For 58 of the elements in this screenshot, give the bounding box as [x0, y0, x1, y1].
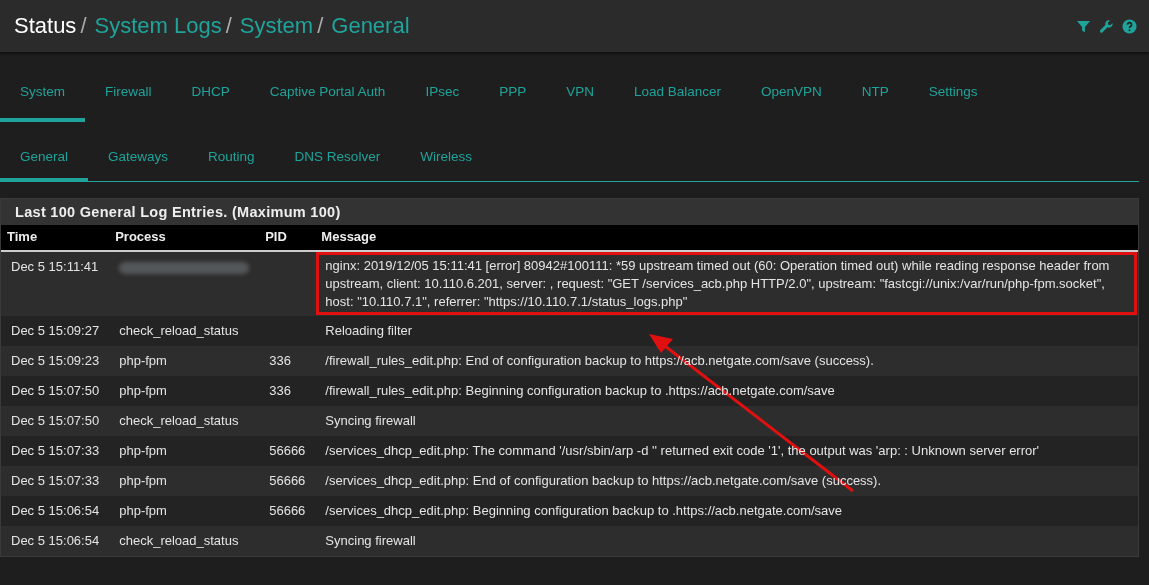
time-cell: Dec 5 15:09:23 — [1, 346, 110, 376]
tab[interactable]: Settings — [908, 66, 998, 122]
column-header: Message — [315, 225, 1138, 251]
pid-cell: 56666 — [269, 443, 306, 458]
tab[interactable]: System — [0, 66, 85, 122]
breadcrumb-current: Status — [14, 13, 77, 39]
subtab[interactable]: General — [0, 137, 89, 181]
time-cell: Dec 5 15:11:41 — [1, 251, 110, 316]
subtab[interactable]: Routing — [188, 137, 275, 181]
tab[interactable]: Captive Portal Auth — [249, 66, 406, 122]
filter-icon[interactable] — [1076, 18, 1091, 34]
subtab[interactable]: Gateways — [88, 137, 189, 181]
column-header: PID — [259, 225, 316, 251]
breadcrumb-separator: / — [80, 13, 87, 39]
tab[interactable]: Load Balancer — [613, 66, 741, 122]
process-cell: php-fpm — [119, 443, 167, 458]
message-cell: Syncing firewall — [315, 406, 1138, 436]
message-cell: Syncing firewall — [315, 526, 1138, 556]
subtab[interactable]: Wireless — [400, 137, 492, 181]
message-cell: Reloading filter — [315, 316, 1138, 346]
breadcrumb-link[interactable]: System — [239, 13, 314, 39]
tab[interactable]: IPsec — [405, 66, 480, 122]
time-cell: Dec 5 15:06:54 — [1, 526, 110, 556]
tab[interactable]: DHCP — [171, 66, 250, 122]
process-cell: check_reload_status — [119, 413, 239, 428]
breadcrumb-separator: / — [225, 13, 232, 39]
process-cell: php-fpm — [119, 383, 167, 398]
breadcrumb-link[interactable]: System Logs — [94, 13, 222, 39]
time-cell: Dec 5 15:07:50 — [1, 406, 110, 436]
tab[interactable]: PPP — [479, 66, 547, 122]
pid-cell: 336 — [269, 383, 291, 398]
pid-cell: 336 — [269, 353, 291, 368]
tab[interactable]: OpenVPN — [741, 66, 842, 122]
message-cell: /services_dhcp_edit.php: Beginning configuration backup to .https://acb.netgate.com/save — [315, 496, 1138, 526]
breadcrumb-separator: / — [317, 13, 324, 39]
column-header: Process — [109, 225, 260, 251]
tab[interactable]: Firewall — [85, 66, 172, 122]
process-cell: php-fpm — [119, 503, 167, 518]
process-cell: php-fpm — [119, 353, 167, 368]
tab[interactable]: NTP — [841, 66, 909, 122]
time-cell: Dec 5 15:07:33 — [1, 436, 110, 466]
pid-cell: 56666 — [269, 473, 306, 488]
time-cell: Dec 5 15:09:27 — [1, 316, 110, 346]
help-icon[interactable] — [1122, 18, 1137, 34]
highlighted-message-cell: nginx: 2019/12/05 15:11:41 [error] 80942#100111: *59 upstream timed out (60: Operation timed out) while reading response header from upstream, client: 10.110.6.201, server: , request: "GET /services_acb.php HTTP/2.0", upstream: "fastcgi://unix:/var/run/php-fpm.socket", host: "10.110.7.1", referrer: "https://10.110.7.1/status_logs.php" — [315, 251, 1138, 316]
process-cell: check_reload_status — [119, 533, 239, 548]
time-cell: Dec 5 15:07:33 — [1, 466, 110, 496]
pid-cell: 56666 — [269, 503, 306, 518]
time-cell: Dec 5 15:07:50 — [1, 376, 110, 406]
wrench-icon[interactable] — [1099, 18, 1114, 34]
panel-title: Last 100 General Log Entries. (Maximum 100) — [1, 199, 1138, 225]
process-cell: php-fpm — [119, 473, 167, 488]
tab[interactable]: VPN — [546, 66, 614, 122]
column-header: Time — [1, 225, 110, 251]
process-cell: check_reload_status — [119, 323, 239, 338]
time-cell: Dec 5 15:06:54 — [1, 496, 110, 526]
subtab[interactable]: DNS Resolver — [274, 137, 401, 181]
breadcrumb-link[interactable]: General — [331, 13, 410, 39]
